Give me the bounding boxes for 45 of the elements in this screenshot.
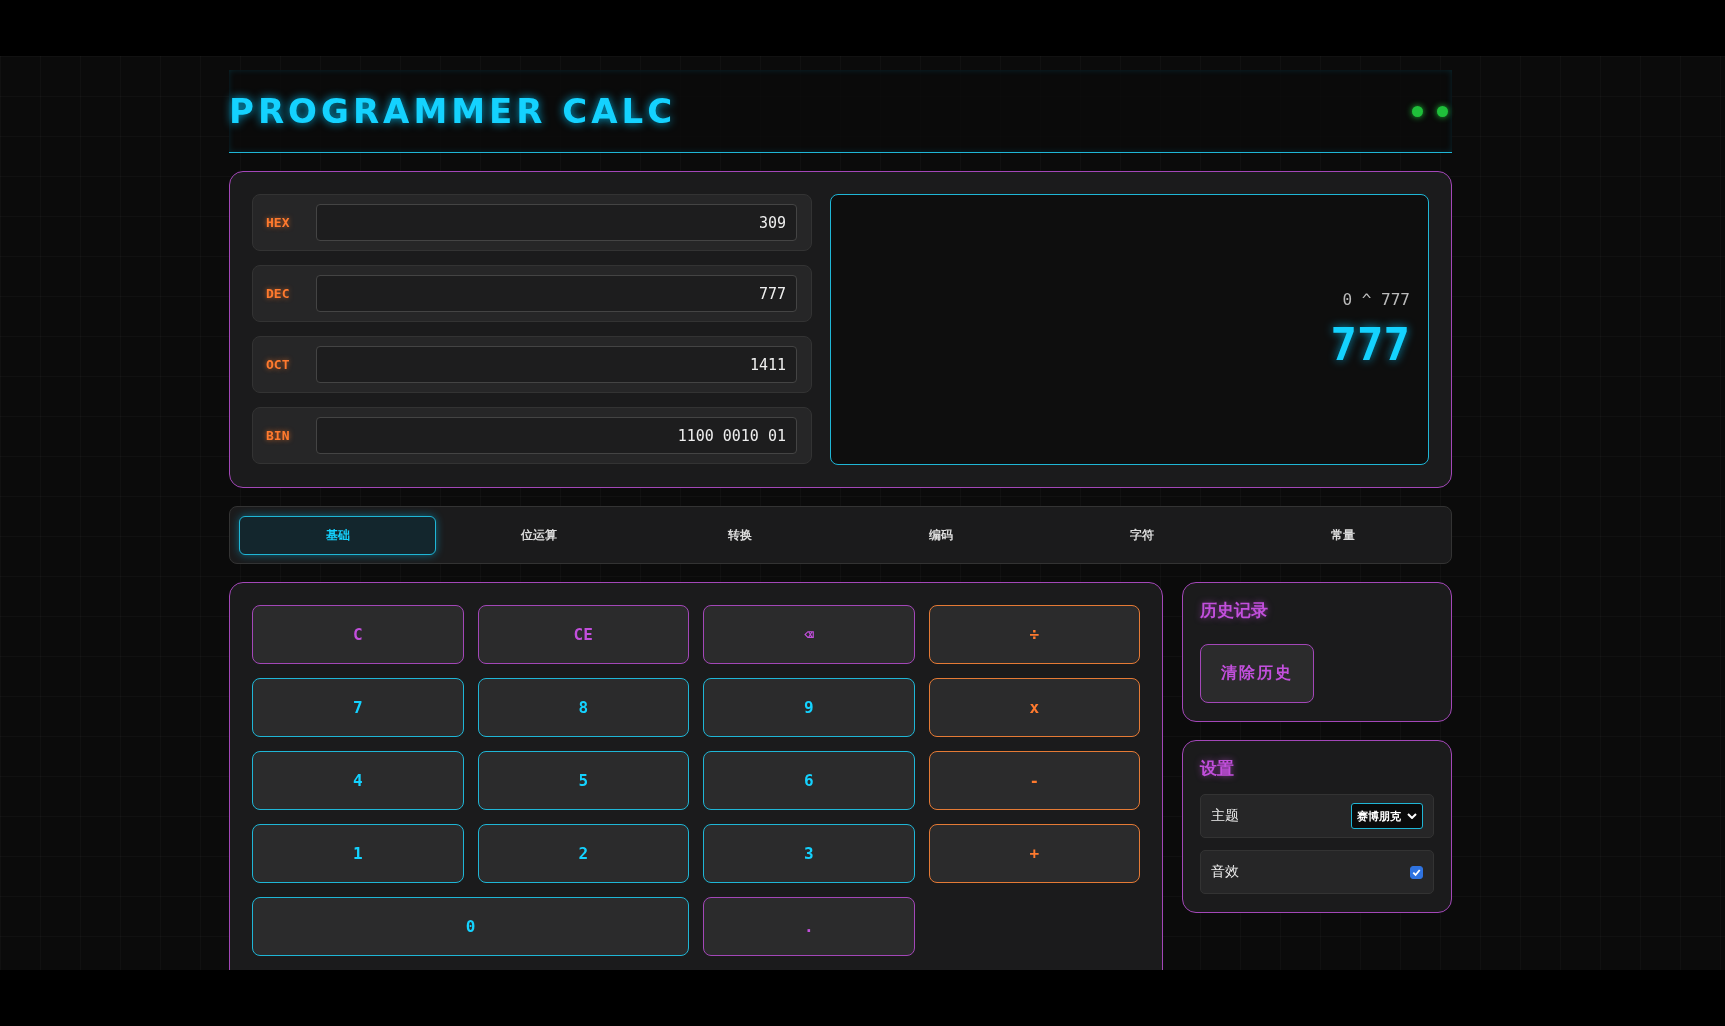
mode-tab[interactable]: 转换 <box>641 515 839 555</box>
mode-tab[interactable]: 基础 <box>239 515 437 555</box>
number-field[interactable]: 1100 0010 01 <box>316 417 797 454</box>
result-text: 777 <box>1330 318 1410 370</box>
number-field[interactable]: 1411 <box>316 346 797 383</box>
calculator-key[interactable]: 9 <box>703 678 915 737</box>
calculator-key[interactable]: . <box>703 897 915 956</box>
base-label: DEC <box>266 286 290 301</box>
calculator-key[interactable]: CE <box>477 605 689 664</box>
status-light-icon <box>1437 105 1448 117</box>
calculator-key[interactable]: C <box>252 605 464 664</box>
theme-dropdown[interactable]: 赛博朋克 <box>1351 803 1423 829</box>
mode-tab[interactable]: 字符 <box>1043 515 1241 555</box>
number-field[interactable]: 777 <box>316 275 797 312</box>
calculator-key[interactable]: ÷ <box>928 605 1140 664</box>
base-label: OCT <box>266 357 290 372</box>
base-label: BIN <box>266 428 290 443</box>
settings-title: 设置 <box>1200 757 1235 780</box>
app-title: PROGRAMMER CALC <box>229 91 677 131</box>
calculator-key[interactable]: 4 <box>252 751 464 810</box>
setting-label: 音效 <box>1211 863 1239 881</box>
calculator-key[interactable]: 5 <box>477 751 689 810</box>
calculator-key[interactable]: ⌫ <box>703 605 915 664</box>
chevron-down-icon <box>1407 813 1417 819</box>
clear-history-button[interactable]: 清除历史 <box>1200 644 1314 703</box>
expression-text: 0 ^ 777 <box>1342 289 1410 309</box>
mode-tab[interactable]: 位运算 <box>440 515 638 555</box>
base-label: HEX <box>266 215 290 230</box>
calculator-key[interactable]: 1 <box>252 824 464 883</box>
status-light-icon <box>1412 105 1423 117</box>
calculator-key[interactable]: 3 <box>703 824 915 883</box>
history-title: 历史记录 <box>1200 599 1269 622</box>
calculator-key[interactable]: + <box>928 824 1140 883</box>
mode-tab[interactable]: 编码 <box>842 515 1040 555</box>
calculator-key[interactable]: - <box>928 751 1140 810</box>
number-field[interactable]: 309 <box>316 204 797 241</box>
calculator-key[interactable]: 0 <box>252 897 689 956</box>
sound-checkbox[interactable] <box>1410 865 1423 879</box>
calculator-key[interactable]: 2 <box>477 824 689 883</box>
setting-label: 主题 <box>1211 807 1239 825</box>
calculator-key[interactable]: 8 <box>477 678 689 737</box>
mode-tab[interactable]: 常量 <box>1244 515 1443 555</box>
calculator-key[interactable]: 7 <box>252 678 464 737</box>
calculator-key[interactable]: x <box>928 678 1140 737</box>
calculator-key[interactable]: 6 <box>703 751 915 810</box>
